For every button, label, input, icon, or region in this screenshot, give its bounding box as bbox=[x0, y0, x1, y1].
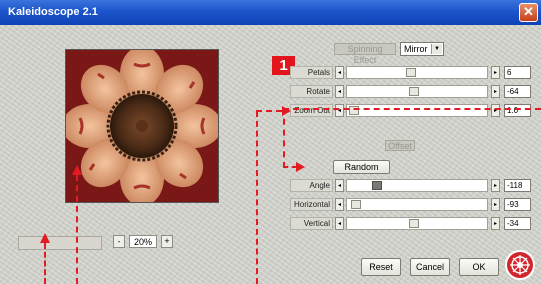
close-button[interactable]: ✕ bbox=[519, 3, 538, 22]
slider-thumb[interactable] bbox=[351, 200, 361, 209]
slider-value[interactable]: 6 bbox=[504, 66, 531, 79]
spinning-effect-select[interactable]: Mirror ▼ bbox=[400, 42, 444, 56]
slider-row-angle: Angle ◂ ▸ -118 bbox=[290, 178, 532, 193]
annotation-line bbox=[256, 110, 282, 112]
hubcap-logo-icon bbox=[505, 250, 535, 280]
kaleidoscope-preview-art bbox=[66, 50, 218, 202]
annotation-line bbox=[44, 243, 46, 284]
dialog-body: - 20% + 1 Spinning Effect Mirror ▼ Petal… bbox=[0, 25, 541, 284]
slider-left-arrow[interactable]: ◂ bbox=[335, 198, 344, 211]
slider-thumb[interactable] bbox=[406, 68, 416, 77]
slider-value[interactable]: -93 bbox=[504, 198, 531, 211]
slider-thumb[interactable] bbox=[409, 87, 419, 96]
close-icon: ✕ bbox=[523, 4, 534, 19]
annotation-line bbox=[283, 108, 541, 168]
slider-right-arrow[interactable]: ▸ bbox=[491, 198, 500, 211]
cancel-button[interactable]: Cancel bbox=[410, 258, 450, 276]
kaleidoscope-preview bbox=[65, 49, 219, 203]
slider-left-arrow[interactable]: ◂ bbox=[335, 66, 344, 79]
zoom-out-button[interactable]: - bbox=[113, 235, 125, 248]
zoom-in-button[interactable]: + bbox=[161, 235, 173, 248]
slider-label: Vertical bbox=[290, 217, 333, 230]
slider-track[interactable] bbox=[346, 66, 488, 79]
slider-row-vertical: Vertical ◂ ▸ -34 bbox=[290, 216, 532, 231]
slider-right-arrow[interactable]: ▸ bbox=[491, 66, 500, 79]
annotation-arrowhead bbox=[296, 162, 305, 172]
slider-row-horizontal: Horizontal ◂ ▸ -93 bbox=[290, 197, 532, 212]
ok-button[interactable]: OK bbox=[459, 258, 499, 276]
annotation-arrowhead bbox=[72, 165, 82, 175]
slider-right-arrow[interactable]: ▸ bbox=[491, 217, 500, 230]
slider-label: Rotate bbox=[290, 85, 333, 98]
annotation-line bbox=[256, 111, 258, 284]
slider-label: Petals bbox=[290, 66, 333, 79]
annotation-line bbox=[283, 166, 297, 168]
slider-value[interactable]: -118 bbox=[504, 179, 531, 192]
slider-track[interactable] bbox=[346, 179, 488, 192]
slider-left-arrow[interactable]: ◂ bbox=[335, 217, 344, 230]
preview-status-box bbox=[18, 236, 102, 250]
slider-thumb[interactable] bbox=[372, 181, 382, 190]
slider-value[interactable]: -34 bbox=[504, 217, 531, 230]
zoom-level-field[interactable]: 20% bbox=[129, 235, 157, 248]
annotation-line bbox=[76, 175, 78, 284]
chevron-down-icon[interactable]: ▼ bbox=[431, 44, 442, 54]
slider-label: Angle bbox=[290, 179, 333, 192]
slider-row-rotate: Rotate ◂ ▸ -64 bbox=[290, 84, 532, 99]
slider-label: Horizontal bbox=[290, 198, 333, 211]
hubcap-logo-art bbox=[510, 255, 530, 275]
spinning-effect-label: Spinning Effect bbox=[334, 43, 396, 65]
slider-right-arrow[interactable]: ▸ bbox=[491, 85, 500, 98]
spinning-effect-value: Mirror bbox=[404, 44, 428, 54]
slider-value[interactable]: -64 bbox=[504, 85, 531, 98]
reset-button[interactable]: Reset bbox=[361, 258, 401, 276]
slider-track[interactable] bbox=[346, 217, 488, 230]
slider-left-arrow[interactable]: ◂ bbox=[335, 179, 344, 192]
annotation-arrowhead bbox=[40, 233, 50, 243]
slider-row-petals: Petals ◂ ▸ 6 bbox=[290, 65, 532, 80]
window-title: Kaleidoscope 2.1 bbox=[8, 6, 98, 18]
slider-thumb[interactable] bbox=[409, 219, 419, 228]
slider-right-arrow[interactable]: ▸ bbox=[491, 179, 500, 192]
title-bar: Kaleidoscope 2.1 ✕ bbox=[0, 0, 541, 25]
slider-track[interactable] bbox=[346, 85, 488, 98]
slider-left-arrow[interactable]: ◂ bbox=[335, 85, 344, 98]
slider-track[interactable] bbox=[346, 198, 488, 211]
